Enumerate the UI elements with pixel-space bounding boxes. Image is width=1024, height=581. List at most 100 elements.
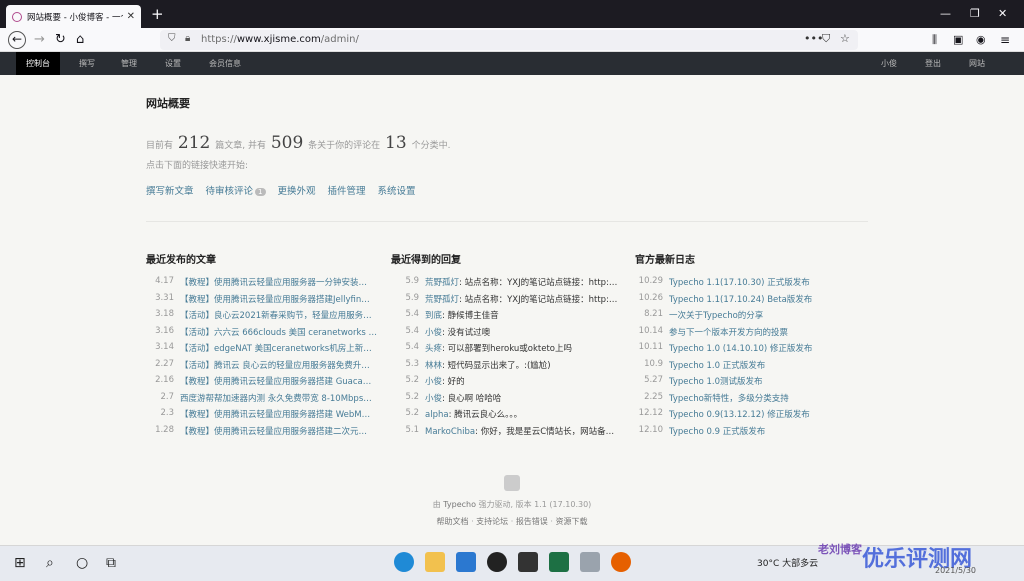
bookmark-star-icon[interactable]: ☆ [840,32,850,45]
post-row: 1.28 【教程】使用腾讯云轻量应用服务器搭建二次元… [146,425,386,442]
menu-dashboard[interactable]: 控制台 [16,52,60,75]
url-text[interactable]: https://www.xjisme.com/admin/ [201,34,359,45]
comment-date: 5.3 [405,358,419,369]
start-icon[interactable]: ⊞ [14,554,26,572]
comment-author[interactable]: alpha [425,410,449,420]
footer-link-download[interactable]: 资源下载 [555,517,587,526]
comment-author[interactable]: 荒野孤灯 [425,278,459,288]
taskbar-date: 2021/5/30 [935,566,977,575]
post-link[interactable]: 【教程】使用腾讯云轻量应用服务器搭建 Guaca… [180,375,371,392]
comment-author[interactable]: 林林 [425,361,442,371]
news-link[interactable]: Typecho 0.9(13.12.12) 修正版发布 [669,408,810,425]
post-link[interactable]: 【教程】使用腾讯云轻量应用服务器搭建 WebM… [180,408,370,425]
news-link[interactable]: Typecho 1.1(17.10.24) Beta版发布 [669,293,812,310]
comment-date: 5.9 [405,292,419,303]
task-view-icon[interactable]: ⧉ [106,554,116,572]
comment-text[interactable]: 站点名称：YXJ的笔记站点链接：http:… [465,295,618,305]
maximize-icon[interactable]: ❐ [970,7,980,20]
post-link[interactable]: 【活动】六六云 666clouds 美国 ceranetworks … [180,326,377,343]
excel-icon[interactable] [549,552,569,572]
link-plugins[interactable]: 插件管理 [328,186,366,197]
news-link[interactable]: 参与下一个版本开发方向的投票 [669,326,788,343]
comment-text[interactable]: 你好，我是星云C情站长，网站备… [481,427,614,437]
comment-text[interactable]: 良心啊 哈哈哈 [448,394,502,404]
menu-user[interactable]: 小俊 [881,52,897,75]
menu-site[interactable]: 网站 [969,52,985,75]
qq-icon[interactable] [487,552,507,572]
comment-body: 头疼: 可以部署到heroku或okteto上吗 [425,344,572,354]
comment-author[interactable]: 小俊 [425,328,442,338]
footer-link-forum[interactable]: 支持论坛 [476,517,508,526]
footer-link-docs[interactable]: 帮助文档 [437,517,469,526]
post-link[interactable]: 【活动】腾讯云 良心云的轻量应用服务器免费升… [180,359,370,376]
url-bar[interactable]: ⛉ 🔒︎ https://www.xjisme.com/admin/ ••• ⛉… [160,30,858,50]
news-link[interactable]: Typecho 1.0 正式版发布 [669,359,765,376]
reload-icon[interactable]: ↻ [55,32,66,48]
menu-manage[interactable]: 管理 [121,52,137,75]
firefox-icon[interactable] [611,552,631,572]
app-icon[interactable] [580,552,600,572]
menu-settings[interactable]: 设置 [165,52,181,75]
post-link[interactable]: 西度游帮帮加速器内测 永久免费带宽 8-10Mbps… [180,392,372,409]
comment-row: 5.2 alpha: 腾讯云良心么。。。 [391,408,631,425]
comment-author[interactable]: 小俊 [425,394,442,404]
close-tab-icon[interactable]: ✕ [127,11,135,22]
news-link[interactable]: Typecho 0.9 正式版发布 [669,425,765,442]
comment-author[interactable]: 小俊 [425,377,442,387]
post-link[interactable]: 【教程】使用腾讯云轻量应用服务器搭建Jellyfin… [180,293,370,310]
close-window-icon[interactable]: ✕ [998,7,1007,20]
browser-tab[interactable]: 网站概要 - 小俊博客 - 一个从小 ✕ [6,5,141,28]
post-link[interactable]: 【教程】使用腾讯云轻量应用服务器一分钟安装… [180,276,367,293]
post-link[interactable]: 【活动】良心云2021新春采购节，轻量应用服务… [180,309,372,326]
account-icon[interactable]: ◉ [976,32,986,48]
lock-icon[interactable]: 🔒︎ [185,33,190,44]
comment-text[interactable]: 好的 [448,377,465,387]
cortana-icon[interactable]: ○ [76,554,88,572]
pocket-icon[interactable]: ⛉ [822,32,830,46]
footer-link-report[interactable]: 报告错误 [516,517,548,526]
comment-text[interactable]: 腾讯云良心么。。。 [454,410,522,420]
comment-author[interactable]: 到底 [425,311,442,321]
page-actions-icon[interactable]: ••• [804,32,823,45]
comment-text[interactable]: 没有试过噢 [448,328,491,338]
news-link[interactable]: Typecho 1.0测试版发布 [669,375,763,392]
comment-author[interactable]: 头疼 [425,344,442,354]
home-icon[interactable]: ⌂ [76,32,84,48]
weather-widget[interactable]: 30°C 大部多云 [757,556,818,569]
comment-text[interactable]: 静候博主佳音 [448,311,499,321]
shield-icon[interactable]: ⛉ [168,33,176,44]
typecho-link[interactable]: Typecho [443,500,476,509]
edge-icon[interactable] [394,552,414,572]
comment-text[interactable]: 站点名称：YXJ的笔记站点链接：http:… [465,278,618,288]
post-link[interactable]: 【活动】edgeNAT 美国ceranetworks机房上新… [180,342,372,359]
file-explorer-icon[interactable] [425,552,445,572]
link-change-theme[interactable]: 更换外观 [278,186,316,197]
pending-badge: 1 [255,188,266,196]
menu-icon[interactable]: ≡ [1000,32,1010,48]
comment-author[interactable]: 荒野孤灯 [425,295,459,305]
news-date: 10.29 [638,276,663,286]
search-icon[interactable]: ⌕ [46,554,54,572]
minimize-icon[interactable]: — [940,7,951,20]
news-link[interactable]: Typecho新特性，多级分类支持 [669,392,789,409]
mail-icon[interactable] [456,552,476,572]
menu-write[interactable]: 撰写 [79,52,95,75]
back-icon[interactable]: ← [8,31,26,49]
library-icon[interactable]: ⫼ [932,32,937,48]
news-link[interactable]: Typecho 1.0 (14.10.10) 修正版发布 [669,342,812,359]
news-link[interactable]: 一次关于Typecho的分享 [669,309,763,326]
post-link[interactable]: 【教程】使用腾讯云轻量应用服务器搭建二次元… [180,425,367,442]
sidebar-icon[interactable]: ▣ [953,32,963,48]
link-write-post[interactable]: 撰写新文章 [146,186,194,197]
forward-icon[interactable]: → [34,32,45,48]
news-link[interactable]: Typecho 1.1(17.10.30) 正式版发布 [669,276,810,293]
new-tab-icon[interactable]: + [151,6,164,22]
store-icon[interactable] [518,552,538,572]
link-pending-comments[interactable]: 待审核评论 1 [206,186,266,197]
menu-member-info[interactable]: 会员信息 [209,52,241,75]
comment-text[interactable]: 可以部署到heroku或okteto上吗 [448,344,572,354]
menu-logout[interactable]: 登出 [925,52,941,75]
comment-author[interactable]: MarkoChiba [425,427,475,437]
link-system-settings[interactable]: 系统设置 [378,186,416,197]
comment-text[interactable]: 短代码显示出来了。:(尴尬) [448,361,551,371]
